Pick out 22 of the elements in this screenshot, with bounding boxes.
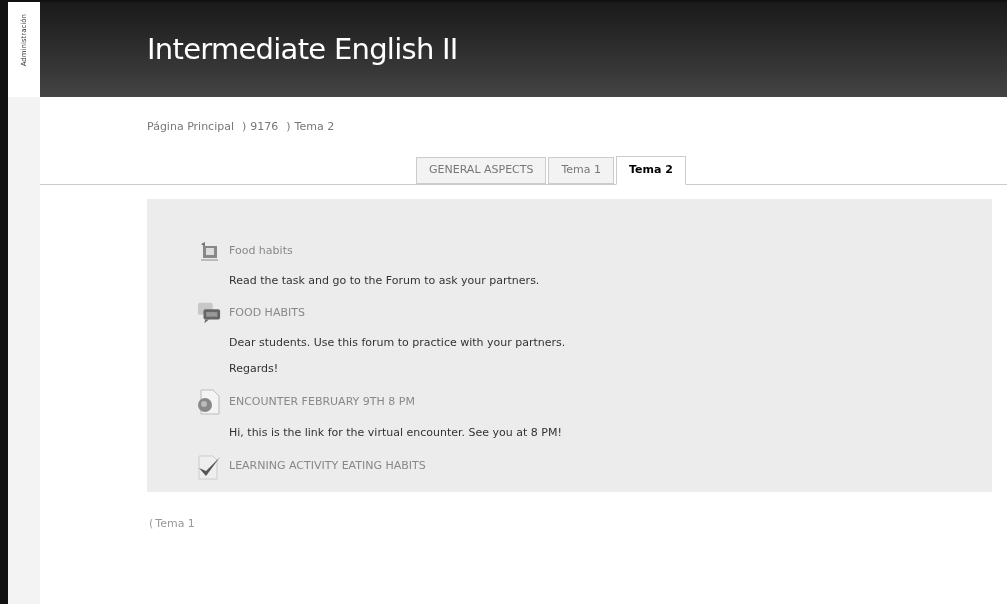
breadcrumb-separator: ) bbox=[286, 119, 291, 135]
tab[interactable]: Tema 2 bbox=[616, 155, 686, 185]
activity-link[interactable]: FOOD HABITS bbox=[229, 304, 305, 322]
activity-description: Dear students. Use this forum to practice with your partners. bbox=[229, 335, 567, 351]
course-title: Intermediate English II bbox=[147, 30, 458, 68]
breadcrumb-link[interactable]: Tema 2 bbox=[294, 119, 335, 136]
tab[interactable]: Tema 1 bbox=[548, 156, 615, 184]
breadcrumb-link[interactable]: Página Principal bbox=[147, 119, 234, 136]
activity-description: Read the task and go to the Forum to ask your partners. bbox=[229, 272, 541, 289]
activity-link[interactable]: LEARNING ACTIVITY EATING HABITS bbox=[229, 458, 426, 475]
document-icon bbox=[198, 240, 220, 263]
chat-bubbles-icon bbox=[197, 301, 221, 325]
activity-description: Regards! bbox=[229, 360, 280, 377]
previous-section-link[interactable]: ( Tema 1 bbox=[149, 515, 1007, 532]
checkmark-icon bbox=[197, 453, 221, 480]
breadcrumb-separator: ) bbox=[242, 119, 247, 135]
activity-link[interactable]: Food habits bbox=[229, 243, 293, 260]
activity-link[interactable]: ENCOUNTER FEBRUARY 9TH 8 PM bbox=[229, 393, 415, 411]
tab[interactable]: GENERAL ASPECTS bbox=[416, 156, 547, 184]
breadcrumb-link[interactable]: 9176 bbox=[250, 119, 279, 136]
activity-description: Hi, this is the link for the virtual encounter. See you at 8 PM! bbox=[229, 425, 563, 441]
globe-document-icon bbox=[197, 389, 221, 415]
